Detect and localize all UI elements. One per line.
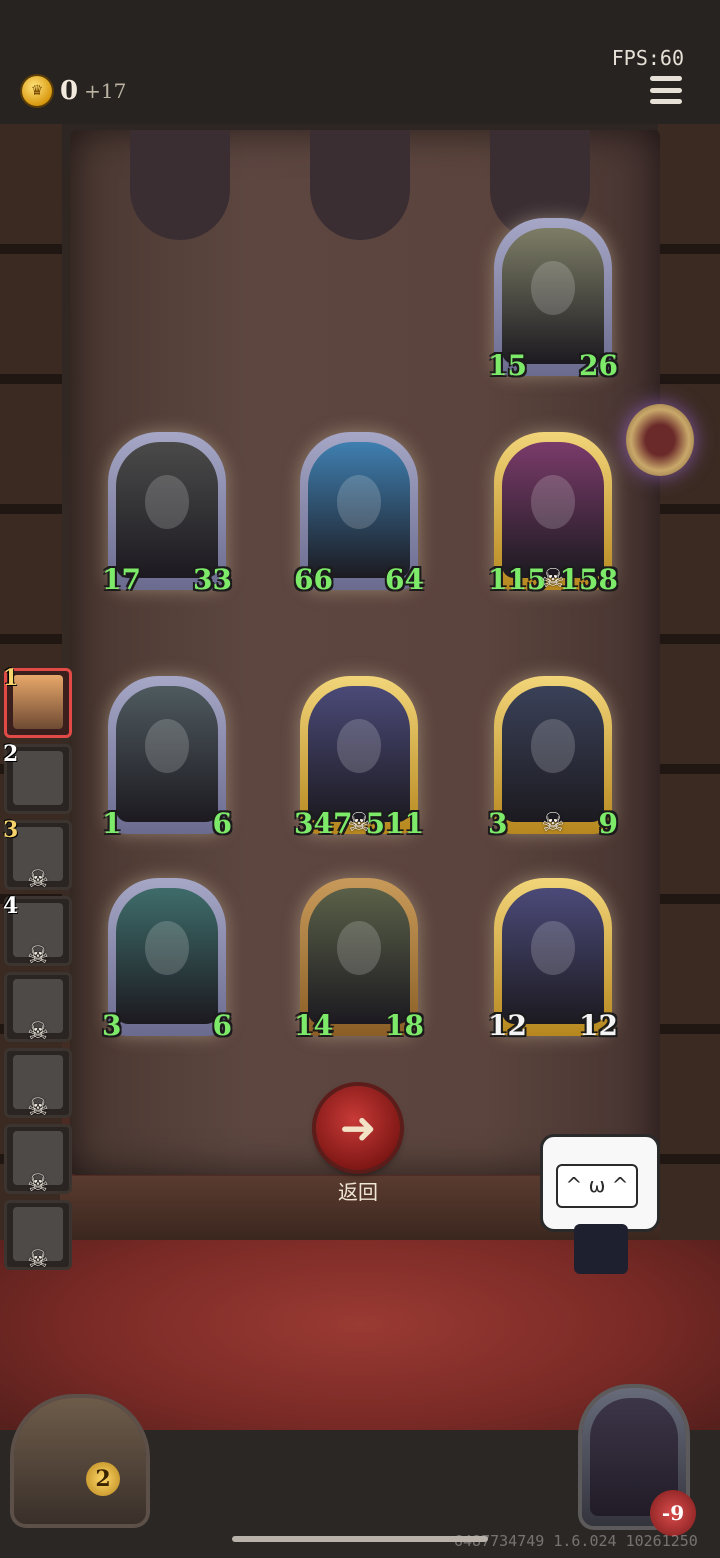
build-id: 6487734749 1.6.024 10261250 <box>454 1532 698 1550</box>
minion-attack: 115 <box>488 563 547 596</box>
minion-attack: 347 <box>294 807 353 840</box>
player-rank: 1 <box>3 665 19 691</box>
hero-portrait[interactable]: -9 <box>582 1388 696 1536</box>
skull-icon: ☠ <box>27 941 49 969</box>
minion-card[interactable]: 17 33 <box>102 432 232 596</box>
window-arch <box>130 130 230 240</box>
bilibili-tv-mascot-icon: ^ ω ^ <box>540 1134 660 1280</box>
minion-health: 26 <box>579 349 618 382</box>
minion-art <box>502 442 604 578</box>
skull-icon: ☠ <box>27 1017 49 1045</box>
mascot-body <box>574 1224 628 1274</box>
gold-counter: ♛ 0 +17 <box>22 76 126 106</box>
skull-icon: ☠ <box>27 1093 49 1121</box>
minion-health: 9 <box>598 807 618 840</box>
hamburger-menu-icon[interactable] <box>650 76 682 104</box>
minion-card[interactable]: 12 12 <box>488 878 618 1042</box>
minion-attack: 17 <box>102 563 141 596</box>
crown-coin-icon: ♛ <box>22 76 52 106</box>
minion-attack: 14 <box>294 1009 333 1042</box>
minion-attack: 3 <box>488 807 508 840</box>
minion-attack: 3 <box>102 1009 122 1042</box>
player-rank: 2 <box>3 741 19 767</box>
skull-icon: ☠ <box>27 865 49 893</box>
minion-art <box>116 888 218 1024</box>
minion-card[interactable]: 347 511 ☠ <box>294 676 424 840</box>
minion-art <box>116 442 218 578</box>
minion-art <box>308 442 410 578</box>
skull-icon: ☠ <box>347 808 371 838</box>
minion-art <box>502 888 604 1024</box>
minion-card[interactable]: 3 9 ☠ <box>488 676 618 840</box>
skull-icon: ☠ <box>541 564 565 594</box>
minion-health: 511 <box>365 807 424 840</box>
minion-attack: 12 <box>488 1009 527 1042</box>
window-arch <box>310 130 410 240</box>
minion-health: 64 <box>385 563 424 596</box>
bookshelf-right <box>658 124 720 1264</box>
skull-icon: ☠ <box>541 808 565 838</box>
sidebar-player-slot[interactable]: ☠ <box>4 1200 72 1273</box>
sidebar-player-slot[interactable]: 4 ☠ <box>3 893 72 969</box>
chest-level: 2 <box>86 1462 120 1496</box>
minion-health: 6 <box>212 807 232 840</box>
minion-health: 18 <box>385 1009 424 1042</box>
player-portrait <box>13 751 63 805</box>
gold-value: 0 <box>60 76 79 106</box>
minion-card[interactable]: 14 18 <box>294 878 424 1042</box>
minion-attack: 66 <box>294 563 333 596</box>
player-rank: 3 <box>3 817 19 843</box>
player-portrait <box>13 675 63 729</box>
minion-card[interactable]: 36 <box>102 878 232 1042</box>
sidebar-player-slot[interactable]: ☠ <box>4 1124 72 1197</box>
mascot-face: ^ ω ^ <box>556 1164 638 1208</box>
minion-health: 158 <box>559 563 618 596</box>
back-button[interactable]: ➜ <box>316 1086 400 1170</box>
sidebar-player-slot[interactable]: 2 <box>3 741 72 814</box>
sidebar-player-slot[interactable]: ☠ <box>4 972 72 1045</box>
skull-icon: ☠ <box>27 1169 49 1197</box>
minion-health: 6 <box>212 1009 232 1042</box>
pocket-watch-icon[interactable] <box>626 404 694 476</box>
top-status-bar: ♛ 0 +17 FPS:60 <box>0 0 720 124</box>
minion-card[interactable]: 66 64 <box>294 432 424 596</box>
minion-health: 12 <box>579 1009 618 1042</box>
minion-art <box>502 686 604 822</box>
minion-art <box>502 228 604 364</box>
minion-art <box>308 686 410 822</box>
minion-card[interactable]: 115 158 ☠ <box>488 432 618 596</box>
minion-card[interactable]: 16 <box>102 676 232 840</box>
skull-icon: ☠ <box>27 1245 49 1273</box>
back-button-label: 返回 <box>338 1180 378 1204</box>
minion-art <box>116 686 218 822</box>
minion-art <box>308 888 410 1024</box>
gold-income: +17 <box>84 79 127 103</box>
sidebar-player-slot[interactable]: ☠ <box>4 1048 72 1121</box>
player-rank: 4 <box>3 893 19 919</box>
arrow-left-icon: ➜ <box>339 1102 377 1154</box>
minion-attack: 15 <box>488 349 527 382</box>
sidebar-player-slot[interactable]: 1 <box>3 665 72 738</box>
minion-card[interactable]: 15 26 <box>488 218 618 382</box>
minion-attack: 1 <box>102 807 122 840</box>
minion-health: 33 <box>193 563 232 596</box>
treasure-chest-icon[interactable]: 2 <box>14 1398 146 1524</box>
hero-health: -9 <box>650 1490 696 1536</box>
fps-counter: FPS:60 <box>611 46 684 70</box>
home-indicator[interactable] <box>232 1536 488 1542</box>
sidebar-player-slot[interactable]: 3 ☠ <box>3 817 72 893</box>
